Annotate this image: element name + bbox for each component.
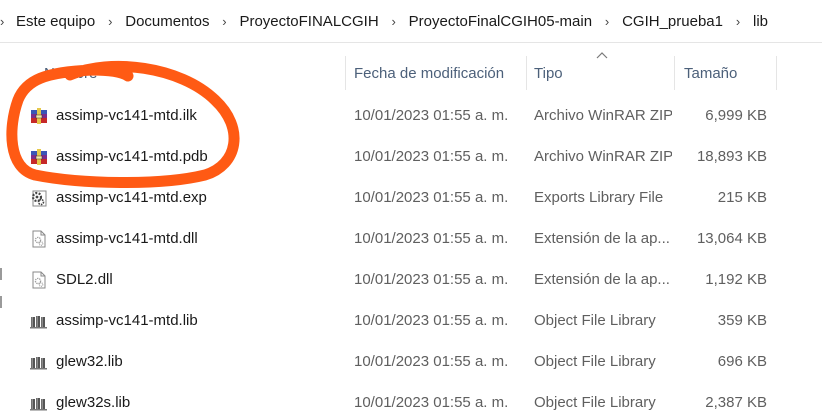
file-type: Extensión de la ap... [534, 230, 670, 247]
dll-file-icon [30, 230, 48, 248]
winrar-archive-icon [30, 107, 48, 125]
column-header-date-label: Fecha de modificación [354, 64, 505, 82]
file-type: Extensión de la ap... [534, 271, 670, 288]
file-row[interactable]: glew32s.lib 10/01/2023 01:55 a. m. Objec… [0, 382, 822, 415]
exports-gear-icon [30, 189, 48, 207]
chevron-right-icon[interactable]: › [97, 14, 123, 29]
file-name: assimp-vc141-mtd.pdb [56, 148, 208, 165]
file-name-cell: SDL2.dll [30, 259, 340, 300]
file-size: 696 KB [717, 353, 767, 370]
file-date: 10/01/2023 01:55 a. m. [354, 107, 509, 124]
file-name: assimp-vc141-mtd.ilk [56, 107, 197, 124]
chevron-right-icon[interactable]: › [594, 14, 620, 29]
column-header-name-label: Nombre [44, 64, 98, 82]
column-resize-handle[interactable] [674, 56, 675, 90]
sort-ascending-icon [596, 50, 608, 62]
file-size: 359 KB [717, 312, 767, 329]
breadcrumb-item-cgih-prueba1[interactable]: CGIH_prueba1 [620, 13, 725, 30]
column-resize-handle[interactable] [526, 56, 527, 90]
column-header-size[interactable]: Tamaño [684, 46, 774, 100]
winrar-archive-icon [30, 148, 48, 166]
column-header-size-label: Tamaño [684, 64, 738, 82]
column-resize-handle[interactable] [776, 56, 777, 90]
file-row[interactable]: assimp-vc141-mtd.dll 10/01/2023 01:55 a.… [0, 218, 822, 259]
file-name-cell: assimp-vc141-mtd.exp [30, 177, 340, 218]
chevron-right-icon[interactable]: › [211, 14, 237, 29]
file-size: 13,064 KB [696, 230, 767, 247]
file-type: Archivo WinRAR ZIP [534, 107, 672, 124]
dll-file-icon [30, 271, 48, 289]
file-row[interactable]: SDL2.dll 10/01/2023 01:55 a. m. Extensió… [0, 259, 822, 300]
file-date: 10/01/2023 01:55 a. m. [354, 312, 509, 329]
file-name: assimp-vc141-mtd.dll [56, 230, 198, 247]
file-name-cell: assimp-vc141-mtd.dll [30, 218, 340, 259]
file-date: 10/01/2023 01:55 a. m. [354, 353, 509, 370]
file-row[interactable]: assimp-vc141-mtd.ilk 10/01/2023 01:55 a.… [0, 95, 822, 136]
file-name-cell: assimp-vc141-mtd.pdb [30, 136, 340, 177]
file-name-cell: glew32s.lib [30, 382, 340, 415]
file-type: Archivo WinRAR ZIP [534, 148, 672, 165]
file-name-cell: glew32.lib [30, 341, 340, 382]
breadcrumb-item-lib[interactable]: lib [751, 13, 770, 30]
column-header-type-label: Tipo [534, 64, 563, 82]
file-date: 10/01/2023 01:55 a. m. [354, 189, 509, 206]
file-size: 215 KB [717, 189, 767, 206]
file-name: glew32.lib [56, 353, 123, 370]
file-date: 10/01/2023 01:55 a. m. [354, 230, 509, 247]
file-size: 1,192 KB [705, 271, 767, 288]
file-name: SDL2.dll [56, 271, 113, 288]
file-name: assimp-vc141-mtd.lib [56, 312, 198, 329]
breadcrumb-item-proyectofinalcgih05-main[interactable]: ProyectoFinalCGIH05-main [407, 13, 594, 30]
file-date: 10/01/2023 01:55 a. m. [354, 394, 509, 411]
library-books-icon [30, 353, 48, 371]
column-header-name[interactable]: Nombre [44, 46, 334, 100]
divider [0, 42, 822, 43]
file-name-cell: assimp-vc141-mtd.ilk [30, 95, 340, 136]
column-resize-handle[interactable] [345, 56, 346, 90]
file-size: 2,387 KB [705, 394, 767, 411]
file-name: assimp-vc141-mtd.exp [56, 189, 207, 206]
breadcrumb-item-documentos[interactable]: Documentos [123, 13, 211, 30]
file-date: 10/01/2023 01:55 a. m. [354, 148, 509, 165]
column-header-date[interactable]: Fecha de modificación [354, 46, 524, 100]
file-size: 18,893 KB [696, 148, 767, 165]
chevron-right-icon[interactable]: › [381, 14, 407, 29]
file-type: Object File Library [534, 353, 656, 370]
breadcrumb: › Este equipo › Documentos › ProyectoFIN… [0, 0, 822, 42]
library-books-icon [30, 312, 48, 330]
file-size: 6,999 KB [705, 107, 767, 124]
chevron-right-icon[interactable]: › [725, 14, 751, 29]
file-name: glew32s.lib [56, 394, 131, 411]
file-name-cell: assimp-vc141-mtd.lib [30, 300, 340, 341]
file-date: 10/01/2023 01:55 a. m. [354, 271, 509, 288]
file-row[interactable]: glew32.lib 10/01/2023 01:55 a. m. Object… [0, 341, 822, 382]
file-row[interactable]: assimp-vc141-mtd.lib 10/01/2023 01:55 a.… [0, 300, 822, 341]
chevron-right-icon[interactable]: › [0, 14, 14, 29]
file-row[interactable]: assimp-vc141-mtd.exp 10/01/2023 01:55 a.… [0, 177, 822, 218]
file-row[interactable]: assimp-vc141-mtd.pdb 10/01/2023 01:55 a.… [0, 136, 822, 177]
column-header-row: Nombre Fecha de modificación Tipo Tamaño [0, 46, 822, 100]
breadcrumb-item-este-equipo[interactable]: Este equipo [14, 13, 97, 30]
breadcrumb-item-proyectofinalcgih[interactable]: ProyectoFINALCGIH [237, 13, 380, 30]
library-books-icon [30, 394, 48, 412]
file-type: Exports Library File [534, 189, 664, 206]
file-type: Object File Library [534, 394, 656, 411]
file-type: Object File Library [534, 312, 656, 329]
file-explorer-window: › Este equipo › Documentos › ProyectoFIN… [0, 0, 822, 415]
